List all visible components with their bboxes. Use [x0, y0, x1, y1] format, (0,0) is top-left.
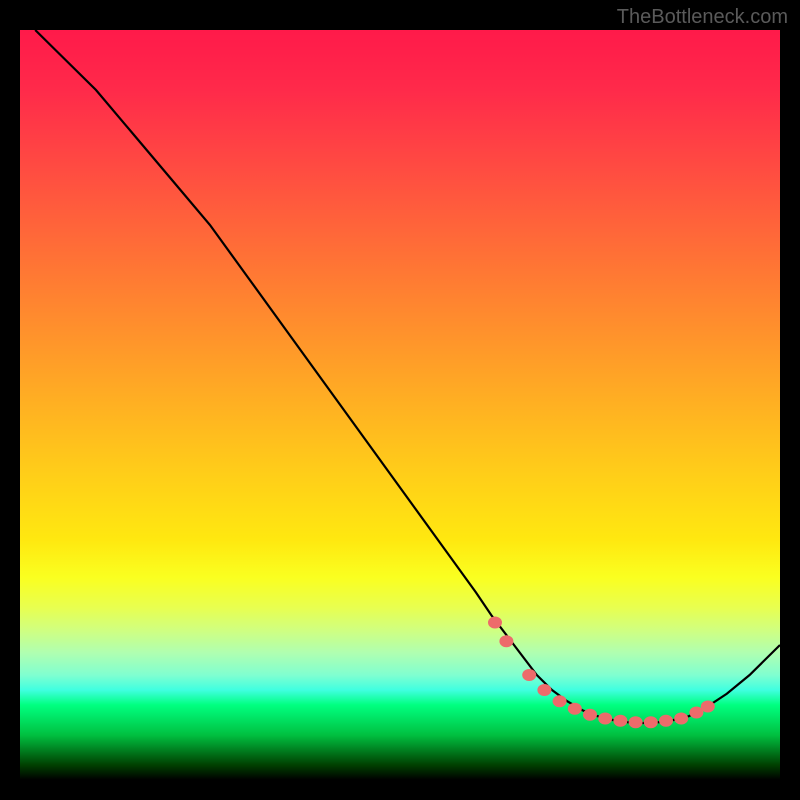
optimal-dot	[553, 695, 567, 707]
optimal-dot	[598, 713, 612, 725]
optimal-dot	[488, 617, 502, 629]
optimal-dot	[644, 716, 658, 728]
chart-svg	[20, 30, 780, 780]
optimal-dot	[499, 635, 513, 647]
optimal-dot	[522, 669, 536, 681]
optimal-zone-dots	[488, 617, 715, 729]
optimal-dot	[674, 713, 688, 725]
bottleneck-curve	[35, 30, 780, 723]
optimal-dot	[583, 709, 597, 721]
optimal-dot	[659, 715, 673, 727]
plot-area	[20, 30, 780, 780]
attribution-text: TheBottleneck.com	[617, 6, 788, 29]
optimal-dot	[629, 716, 643, 728]
optimal-dot	[613, 715, 627, 727]
optimal-dot	[537, 684, 551, 696]
optimal-dot	[568, 703, 582, 715]
optimal-dot	[701, 701, 715, 713]
